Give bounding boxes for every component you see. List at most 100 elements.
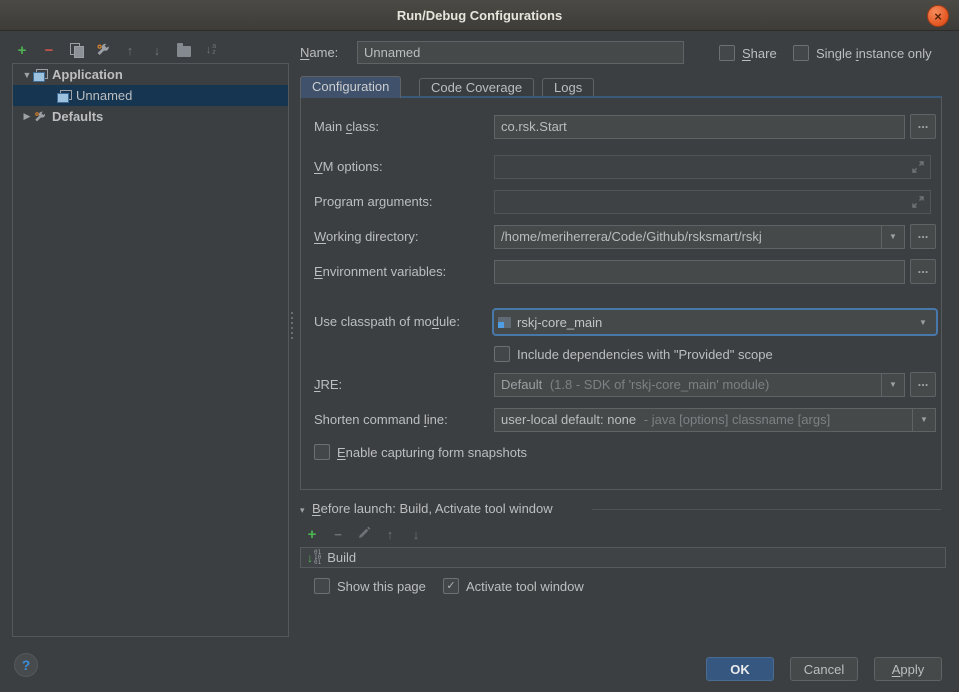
dropdown-arrow-icon[interactable]: ▼ — [914, 318, 932, 327]
tab-configuration[interactable]: Configuration — [300, 76, 401, 98]
arrow-down-icon: ↓ — [154, 43, 161, 58]
jre-combobox[interactable]: Default (1.8 - SDK of 'rskj-core_main' m… — [494, 373, 905, 397]
shorten-command-line-label: Shorten command line: — [314, 408, 448, 432]
move-down-button[interactable]: ↓ — [149, 42, 165, 58]
copy-configuration-button[interactable] — [68, 42, 84, 58]
name-label: Name: — [300, 41, 338, 65]
ellipsis-icon: ... — [918, 374, 929, 389]
tree-item-application[interactable]: ▼ Application — [13, 64, 288, 85]
expand-field-icon[interactable] — [910, 159, 926, 179]
dialog-title: Run/Debug Configurations — [397, 8, 562, 23]
tab-logs[interactable]: Logs — [542, 78, 594, 97]
configurations-tree: ▼ Application Unnamed ▶ Defaults — [12, 63, 289, 637]
remove-task-button[interactable]: − — [330, 526, 346, 542]
module-combobox[interactable]: rskj-core_main ▼ — [492, 308, 938, 336]
dropdown-arrow-icon[interactable]: ▼ — [912, 409, 935, 431]
add-task-button[interactable]: + — [304, 526, 320, 542]
form-snapshots-checkbox[interactable]: Enable capturing form snapshots — [314, 444, 527, 460]
section-rule — [592, 509, 941, 510]
checkbox-label: Enable capturing form snapshots — [337, 445, 527, 460]
sort-configurations-button[interactable]: ↓ az — [203, 42, 219, 58]
splitter-handle[interactable] — [291, 312, 294, 339]
expand-field-icon[interactable] — [910, 194, 926, 214]
build-icon: ↓ 011001 — [307, 550, 321, 565]
working-directory-label: Working directory: — [314, 225, 419, 249]
main-class-input[interactable]: co.rsk.Start — [494, 115, 905, 139]
cancel-button[interactable]: Cancel — [790, 657, 858, 681]
close-icon: × — [934, 10, 942, 23]
application-icon — [33, 69, 47, 81]
wrench-icon — [33, 110, 47, 124]
environment-variables-label: Environment variables: — [314, 260, 446, 284]
application-icon — [57, 90, 71, 102]
working-directory-combobox[interactable]: /home/meriherrera/Code/Github/rsksmart/r… — [494, 225, 905, 249]
section-collapse-icon[interactable]: ▾ — [300, 498, 305, 522]
minus-icon: − — [45, 42, 54, 59]
collapse-arrow-icon[interactable]: ▶ — [21, 111, 33, 122]
dropdown-arrow-icon[interactable]: ▼ — [881, 374, 904, 396]
checkbox-label: Share — [742, 46, 777, 61]
checkbox-box — [314, 444, 330, 460]
task-label: Build — [327, 550, 356, 565]
edit-defaults-button[interactable] — [95, 42, 111, 58]
vm-options-input[interactable] — [494, 155, 931, 179]
help-icon: ? — [22, 657, 31, 673]
new-folder-button[interactable] — [176, 42, 192, 58]
tree-item-label: Application — [52, 67, 123, 82]
shorten-command-line-combobox[interactable]: user-local default: none - java [options… — [494, 408, 936, 432]
program-arguments-input[interactable] — [494, 190, 931, 214]
tree-item-defaults[interactable]: ▶ Defaults — [13, 106, 288, 127]
jre-browse-button[interactable]: ... — [910, 372, 936, 397]
apply-button[interactable]: Apply — [874, 657, 942, 681]
help-button[interactable]: ? — [14, 653, 38, 677]
close-button[interactable]: × — [927, 5, 949, 27]
include-provided-scope-checkbox[interactable]: Include dependencies with "Provided" sco… — [494, 346, 773, 362]
arrow-down-icon: ↓ — [413, 527, 420, 542]
tab-code-coverage[interactable]: Code Coverage — [419, 78, 534, 97]
environment-variables-input[interactable] — [494, 260, 905, 284]
configurations-toolbar: + − ↑ ↓ ↓ az — [14, 40, 219, 60]
move-up-button[interactable]: ↑ — [122, 42, 138, 58]
activate-tool-window-checkbox[interactable]: ✓ Activate tool window — [443, 578, 584, 594]
show-this-page-checkbox[interactable]: Show this page — [314, 578, 426, 594]
checkbox-label: Activate tool window — [466, 579, 584, 594]
share-checkbox[interactable]: Share — [719, 45, 777, 61]
tree-item-label: Defaults — [52, 109, 103, 124]
program-arguments-label: Program arguments: — [314, 190, 433, 214]
pencil-icon — [357, 526, 371, 543]
expand-arrow-icon[interactable]: ▼ — [21, 70, 33, 80]
move-task-down-button[interactable]: ↓ — [408, 526, 424, 542]
arrow-up-icon: ↑ — [387, 527, 394, 542]
dropdown-arrow-icon[interactable]: ▼ — [881, 226, 904, 248]
environment-variables-browse-button[interactable]: ... — [910, 259, 936, 284]
titlebar[interactable]: Run/Debug Configurations × — [0, 0, 959, 31]
name-input[interactable]: Unnamed — [357, 41, 684, 64]
ellipsis-icon: ... — [918, 261, 929, 276]
edit-task-button[interactable] — [356, 526, 372, 542]
working-directory-browse-button[interactable]: ... — [910, 224, 936, 249]
tree-item-unnamed[interactable]: Unnamed — [13, 85, 288, 106]
run-debug-configurations-dialog: Run/Debug Configurations × + − ↑ ↓ ↓ az … — [0, 0, 959, 692]
checkbox-box — [494, 346, 510, 362]
use-classpath-label: Use classpath of module: — [314, 310, 460, 334]
remove-configuration-button[interactable]: − — [41, 42, 57, 58]
main-class-label: Main class: — [314, 115, 379, 139]
single-instance-checkbox[interactable]: Single instance only — [793, 45, 932, 61]
checkbox-label: Include dependencies with "Provided" sco… — [517, 347, 773, 362]
checkbox-box — [314, 578, 330, 594]
ellipsis-icon: ... — [918, 226, 929, 241]
add-configuration-button[interactable]: + — [14, 42, 30, 58]
move-task-up-button[interactable]: ↑ — [382, 526, 398, 542]
copy-icon — [70, 43, 83, 57]
checkbox-box — [719, 45, 735, 61]
minus-icon: − — [334, 527, 342, 542]
vm-options-label: VM options: — [314, 155, 383, 179]
sort-az-icon: ↓ az — [206, 44, 216, 56]
before-launch-title: Before launch: Build, Activate tool wind… — [312, 497, 553, 521]
ok-button[interactable]: OK — [706, 657, 774, 681]
folder-icon — [177, 46, 191, 57]
checkbox-label: Show this page — [337, 579, 426, 594]
main-class-browse-button[interactable]: ... — [910, 114, 936, 139]
tree-item-label: Unnamed — [76, 88, 132, 103]
before-launch-task-build[interactable]: ↓ 011001 Build — [300, 547, 946, 568]
